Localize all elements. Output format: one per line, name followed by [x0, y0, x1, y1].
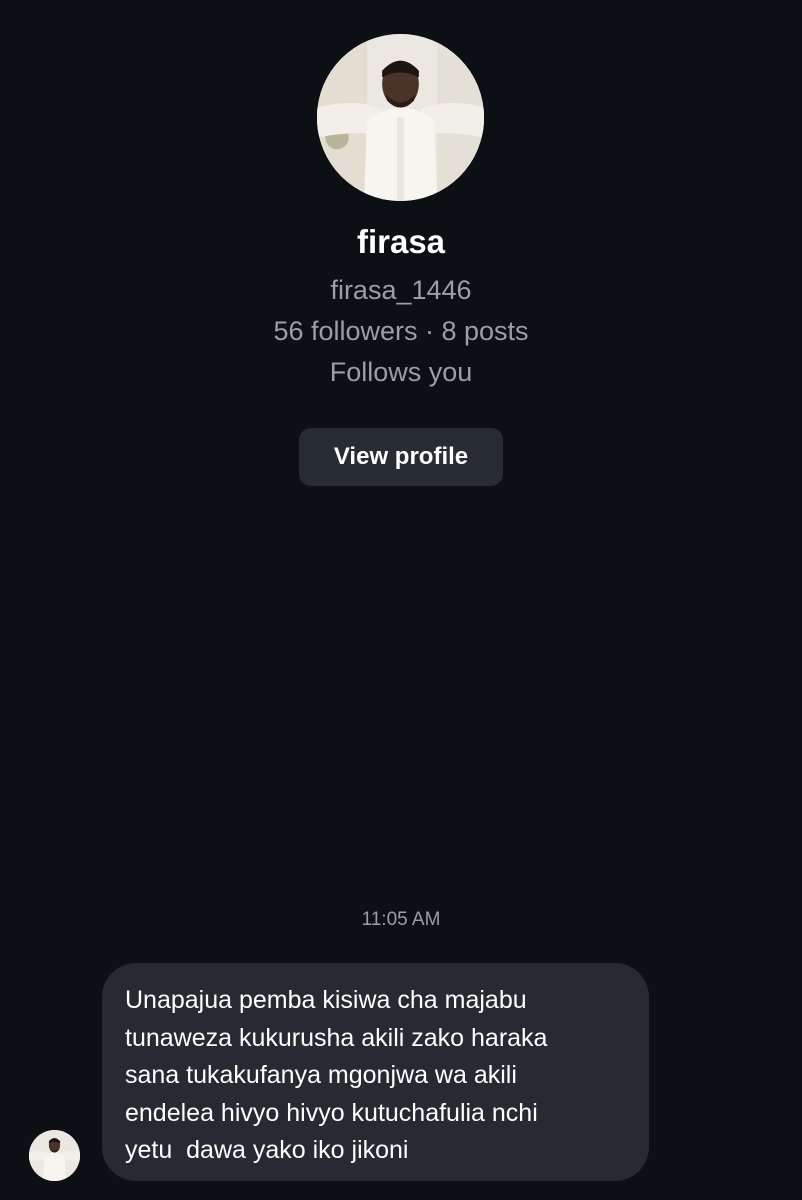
message-text: Unapajua pemba kisiwa cha majabu tunawez… — [125, 986, 548, 1164]
profile-avatar[interactable] — [317, 34, 484, 201]
message-timestamp: 11:05 AM — [361, 909, 441, 930]
view-profile-button[interactable]: View profile — [299, 428, 503, 486]
avatar-photo-icon — [29, 1130, 80, 1181]
incoming-message-bubble[interactable]: Unapajua pemba kisiwa cha majabu tunawez… — [102, 963, 649, 1181]
profile-username: firasa_1446 — [330, 275, 472, 305]
profile-stats: 56 followers · 8 posts — [273, 316, 529, 346]
sender-avatar[interactable] — [29, 1130, 80, 1181]
follows-you-label: Follows you — [329, 357, 473, 387]
profile-display-name: firasa — [356, 223, 446, 260]
avatar-photo-icon — [317, 34, 484, 201]
